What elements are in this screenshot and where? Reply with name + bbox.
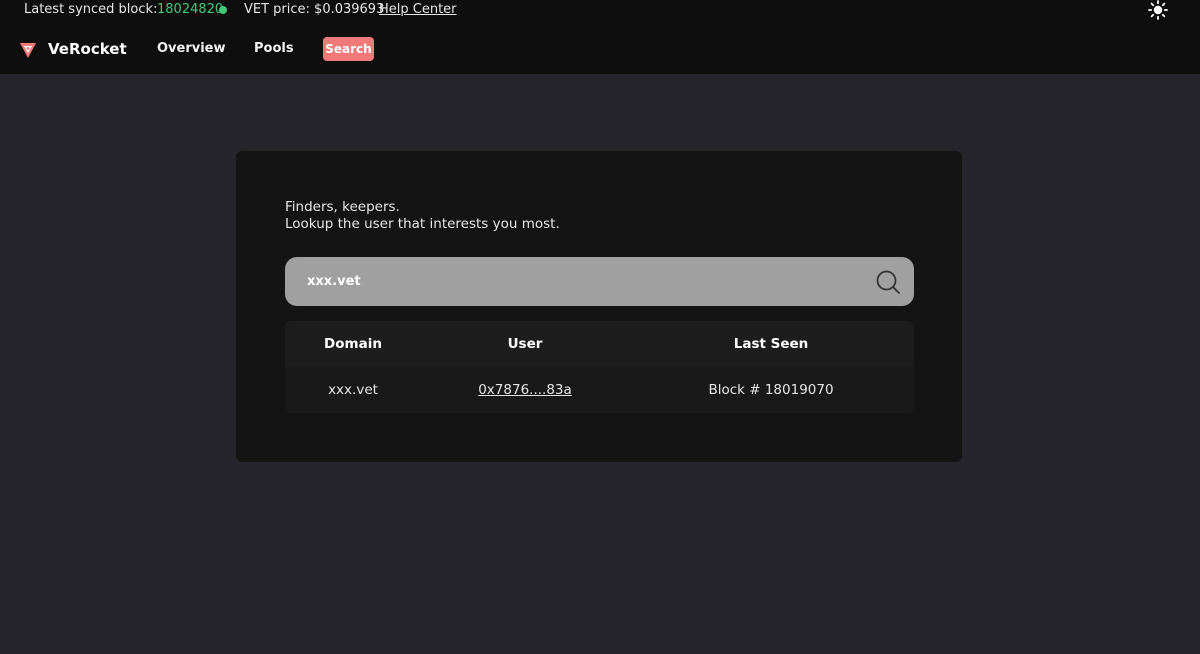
synced-block-label: Latest synced block: — [24, 2, 158, 17]
search-card: Finders, keepers. Lookup the user that i… — [236, 151, 962, 462]
result-user-link[interactable]: 0x7876....83a — [478, 382, 572, 398]
synced-block-value: 18024820 — [157, 2, 224, 17]
main-nav: VeRocket Overview Pools Search — [0, 20, 1200, 74]
results-table: Domain User Last Seen xxx.vet 0x7876....… — [285, 321, 914, 413]
column-header-last-seen: Last Seen — [733, 336, 809, 352]
nav-overview[interactable]: Overview — [157, 41, 226, 56]
sync-status-dot — [219, 6, 227, 14]
verocket-logo-icon[interactable] — [19, 41, 37, 59]
sun-icon[interactable] — [1148, 0, 1168, 20]
vet-price: VET price: $0.039693 — [244, 2, 385, 17]
column-header-domain: Domain — [324, 336, 382, 352]
search-input[interactable] — [285, 257, 865, 306]
search-icon[interactable] — [875, 269, 901, 295]
search-box — [285, 257, 914, 306]
intro-line-1: Finders, keepers. — [285, 199, 400, 215]
column-header-user: User — [507, 336, 543, 352]
intro-line-2: Lookup the user that interests you most. — [285, 216, 560, 232]
status-bar: Latest synced block: 18024820 VET price:… — [0, 0, 1200, 20]
nav-search[interactable]: Search — [323, 37, 374, 61]
result-domain: xxx.vet — [328, 382, 378, 398]
brand-name[interactable]: VeRocket — [48, 40, 127, 58]
help-center-link[interactable]: Help Center — [379, 2, 457, 17]
intro-text: Finders, keepers. Lookup the user that i… — [285, 199, 560, 233]
result-last-seen: Block # 18019070 — [708, 382, 834, 398]
nav-pools[interactable]: Pools — [254, 41, 294, 56]
